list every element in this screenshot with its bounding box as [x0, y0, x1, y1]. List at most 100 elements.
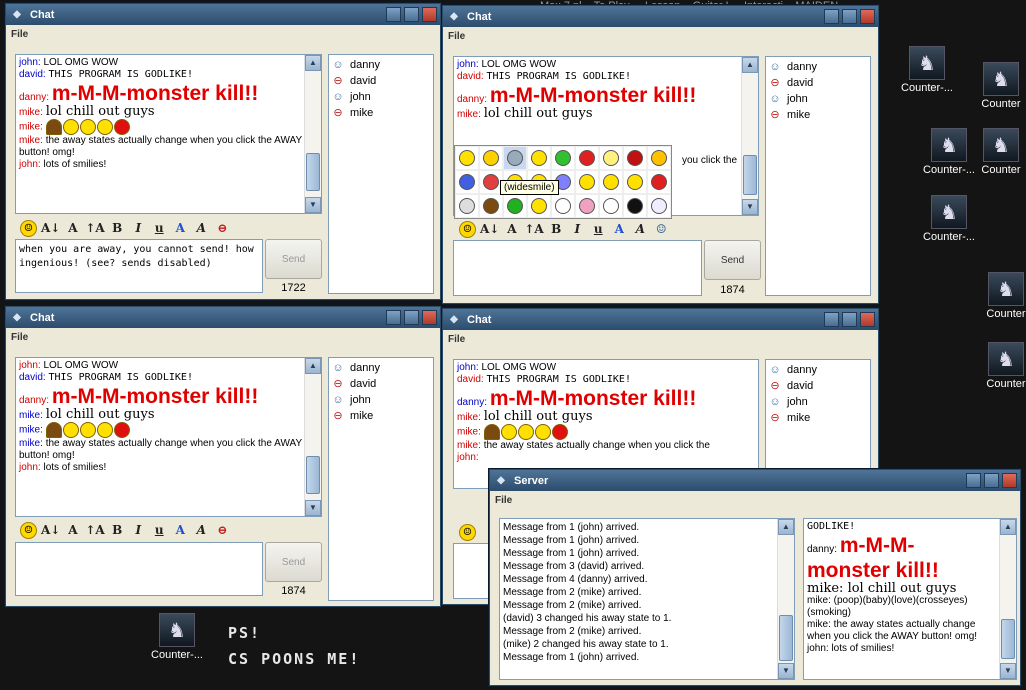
- title-bar[interactable]: ◆ Chat: [6, 4, 440, 25]
- user-item[interactable]: ☺ john: [331, 392, 431, 408]
- user-list[interactable]: ☺ danny ⊖ david ☺ john ⊖ mike: [765, 359, 871, 469]
- decrease-font-button[interactable]: A↓: [41, 220, 60, 237]
- user-item[interactable]: ☺ danny: [331, 57, 431, 73]
- grin-icon[interactable]: [599, 170, 623, 194]
- close-button[interactable]: [860, 312, 875, 327]
- desktop-icon-counter-strike[interactable]: ♞ Counter: [975, 62, 1026, 110]
- log-scrollbar[interactable]: ▲ ▼: [777, 519, 794, 679]
- chat-window-john[interactable]: ◆ Chat File john: LOL OMG WOW david: THIS…: [5, 3, 441, 300]
- scroll-up-arrow[interactable]: ▲: [305, 55, 321, 71]
- menu-file[interactable]: File: [443, 330, 878, 348]
- underline-button[interactable]: u: [590, 221, 607, 238]
- desktop-icon-counter-strike[interactable]: ♞ Counter: [975, 128, 1026, 176]
- cat-icon[interactable]: [599, 194, 623, 218]
- widesmile-icon[interactable]: [503, 146, 527, 170]
- evil-icon[interactable]: [623, 194, 647, 218]
- font-style-button[interactable]: A: [632, 221, 649, 238]
- underline-button[interactable]: u: [151, 220, 168, 237]
- skull-icon[interactable]: [455, 194, 479, 218]
- scroll-up-arrow[interactable]: ▲: [742, 57, 758, 73]
- menu-file[interactable]: File: [6, 328, 440, 346]
- decrease-font-button[interactable]: A↓: [480, 221, 499, 238]
- maximize-button[interactable]: [404, 7, 419, 22]
- desktop-icon-counter-strike[interactable]: ♞ Counter: [985, 342, 1026, 390]
- smile-icon[interactable]: [455, 146, 479, 170]
- title-bar[interactable]: ◆ Chat: [443, 309, 878, 330]
- italic-button[interactable]: I: [130, 522, 147, 539]
- italic-button[interactable]: I: [569, 221, 586, 238]
- chat-view-scrollbar[interactable]: ▲ ▼: [999, 519, 1016, 679]
- send-button[interactable]: Send: [265, 542, 322, 582]
- scroll-down-arrow[interactable]: ▼: [778, 663, 794, 679]
- minimize-button[interactable]: [824, 9, 839, 24]
- cool-icon[interactable]: [647, 146, 671, 170]
- increase-font-button[interactable]: ↑A: [85, 220, 104, 237]
- smile-icon[interactable]: [527, 146, 551, 170]
- maximize-button[interactable]: [842, 312, 857, 327]
- online-status-icon[interactable]: ☺: [653, 221, 670, 238]
- server-log[interactable]: Message from 1 (john) arrived. Message f…: [499, 518, 795, 680]
- chat-window-mike[interactable]: ◆ Chat File john: LOL OMG WOW david: THIS…: [442, 5, 879, 304]
- smiley-picker-button[interactable]: ☺: [20, 521, 37, 539]
- sick-icon[interactable]: [551, 146, 575, 170]
- title-bar[interactable]: ◆ Chat: [6, 307, 440, 328]
- desktop-icon-counter-strike[interactable]: ♞ Counter-...: [143, 613, 211, 661]
- color-button[interactable]: A: [172, 220, 189, 237]
- user-item[interactable]: ⊖ david: [768, 75, 868, 91]
- close-button[interactable]: [422, 7, 437, 22]
- maximize-button[interactable]: [984, 473, 999, 488]
- user-item[interactable]: ☺ john: [768, 394, 868, 410]
- message-input[interactable]: [453, 240, 702, 296]
- user-item[interactable]: ☺ danny: [768, 59, 868, 75]
- color-button[interactable]: A: [611, 221, 628, 238]
- angry-icon[interactable]: [575, 146, 599, 170]
- message-input[interactable]: [453, 543, 493, 599]
- title-bar[interactable]: ◆ Server: [490, 470, 1020, 491]
- chat-log[interactable]: john: LOL OMG WOW david: THIS PROGRAM IS…: [15, 357, 322, 517]
- user-item[interactable]: ⊖ david: [768, 378, 868, 394]
- sad-icon[interactable]: [455, 170, 479, 194]
- user-item[interactable]: ⊖ mike: [331, 105, 431, 121]
- smile-icon[interactable]: [527, 194, 551, 218]
- close-button[interactable]: [422, 310, 437, 325]
- send-button[interactable]: Send: [704, 240, 761, 280]
- user-list[interactable]: ☺ danny ⊖ david ☺ john ⊖ mike: [328, 357, 434, 601]
- scroll-thumb[interactable]: [743, 155, 757, 195]
- scroll-down-arrow[interactable]: ▼: [305, 500, 321, 516]
- dizzy-icon[interactable]: [599, 146, 623, 170]
- chat-window-david[interactable]: ◆ Chat File john: LOL OMG WOW david: THIS…: [5, 306, 441, 607]
- font-button[interactable]: A: [503, 221, 520, 238]
- chat-scrollbar[interactable]: ▲ ▼: [304, 358, 321, 516]
- desktop-icon-counter-strike[interactable]: ♞ Counter: [985, 272, 1026, 320]
- scroll-up-arrow[interactable]: ▲: [1000, 519, 1016, 535]
- menu-file[interactable]: File: [490, 491, 1020, 509]
- server-chat-view[interactable]: GODLIKE! danny: m-M-M-monster kill!! mik…: [803, 518, 1017, 680]
- chat-scrollbar[interactable]: ▲ ▼: [304, 55, 321, 213]
- menu-file[interactable]: File: [6, 25, 440, 43]
- close-button[interactable]: [860, 9, 875, 24]
- user-item[interactable]: ⊖ david: [331, 73, 431, 89]
- scroll-thumb[interactable]: [306, 153, 320, 191]
- devil-icon[interactable]: [623, 146, 647, 170]
- user-item[interactable]: ☺ john: [331, 89, 431, 105]
- italic-button[interactable]: I: [130, 220, 147, 237]
- underline-button[interactable]: u: [151, 522, 168, 539]
- maximize-button[interactable]: [404, 310, 419, 325]
- user-item[interactable]: ⊖ mike: [331, 408, 431, 424]
- font-button[interactable]: A: [64, 220, 81, 237]
- color-button[interactable]: A: [172, 522, 189, 539]
- mad-icon[interactable]: [647, 170, 671, 194]
- smiley-picker-button[interactable]: ☺: [459, 220, 476, 238]
- maximize-button[interactable]: [842, 9, 857, 24]
- poop-icon[interactable]: [479, 194, 503, 218]
- smile-icon[interactable]: [479, 146, 503, 170]
- minimize-button[interactable]: [824, 312, 839, 327]
- desktop-icon-counter-strike[interactable]: ♞ Counter-...: [915, 195, 983, 243]
- away-status-icon[interactable]: ⊖: [214, 522, 231, 539]
- increase-font-button[interactable]: ↑A: [524, 221, 543, 238]
- message-input[interactable]: [15, 542, 263, 596]
- chat-log[interactable]: john: LOL OMG WOW david: THIS PROGRAM IS…: [15, 54, 322, 214]
- wink-icon[interactable]: [575, 170, 599, 194]
- scroll-down-arrow[interactable]: ▼: [742, 199, 758, 215]
- scroll-down-arrow[interactable]: ▼: [305, 197, 321, 213]
